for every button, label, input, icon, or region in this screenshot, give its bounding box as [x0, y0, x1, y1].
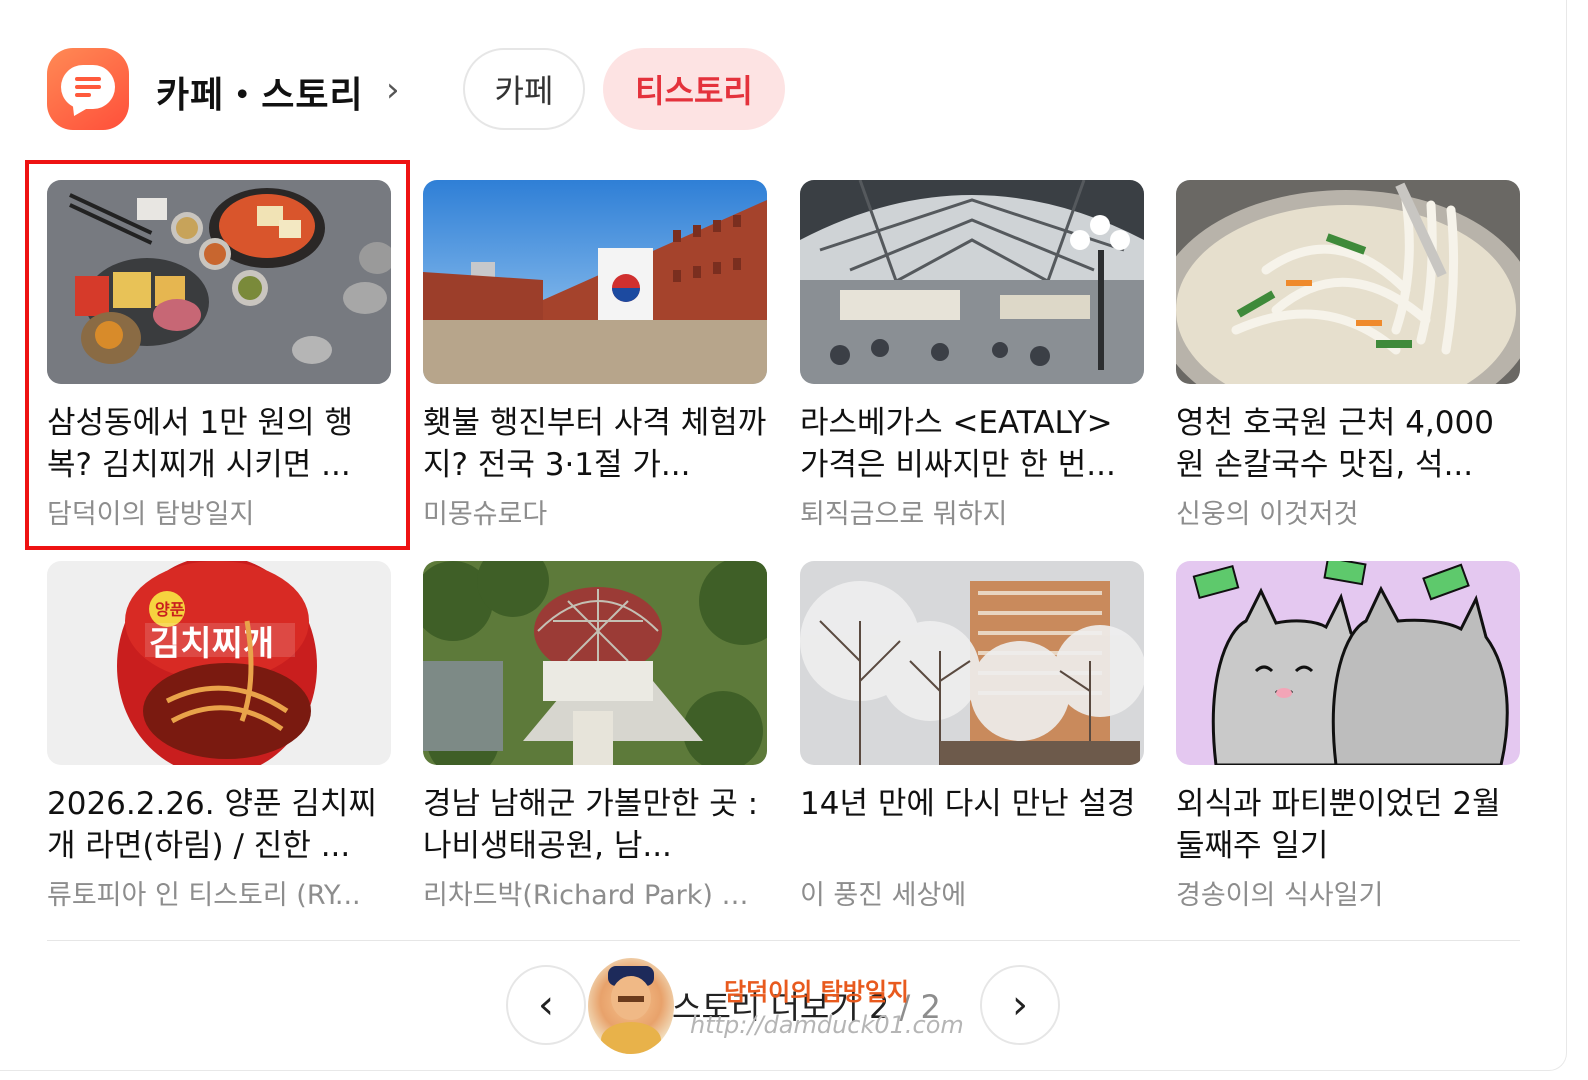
tab-cafe[interactable]: 카페 [463, 48, 585, 130]
card-source[interactable]: 퇴직금으로 뭐하지 [800, 492, 1144, 531]
highlight-box [25, 160, 410, 550]
divider [47, 940, 1520, 941]
card-source[interactable]: 신웅의 이것저것 [1176, 492, 1520, 531]
chat-bubble-icon [61, 65, 115, 109]
watermark-avatar [588, 958, 674, 1054]
next-page-button[interactable]: › [980, 965, 1060, 1045]
tab-tistory[interactable]: 티스토리 [603, 48, 785, 130]
card-source[interactable]: 리차드박(Richard Park) 블... [423, 873, 767, 912]
story-card-6[interactable]: 경남 남해군 가볼만한 곳 : 나비생태공원, 남... 리차드박(Richar… [423, 561, 767, 912]
card-source[interactable]: 미몽슈로다 [423, 492, 767, 531]
svg-text:양푼: 양푼 [155, 600, 185, 619]
watermark-url: http://damduck01.com [690, 1011, 964, 1039]
chevron-left-icon: ‹ [538, 982, 554, 1028]
chevron-right-icon[interactable]: › [386, 70, 400, 110]
card-source[interactable]: 이 풍진 세상에 [800, 873, 1144, 912]
cat-cartoon-thumbnail[interactable] [1176, 561, 1520, 765]
card-title[interactable]: 라스베가스 <EATALY> 가격은 비싸지만 한 번... [800, 402, 1144, 486]
red-brick-prison-thumbnail[interactable] [423, 180, 767, 384]
story-card-3[interactable]: 라스베가스 <EATALY> 가격은 비싸지만 한 번... 퇴직금으로 뭐하지 [800, 180, 1144, 531]
ramen-cup-label: 김치찌개 [149, 624, 274, 664]
story-card-7[interactable]: 14년 만에 다시 만난 설경 이 풍진 세상에 [800, 561, 1144, 912]
card-title[interactable]: 2026.2.26. 양푼 김치찌개 라면(하림) / 진한 ... [47, 783, 391, 867]
card-title[interactable]: 14년 만에 다시 만난 설경 [800, 783, 1144, 867]
story-card-2[interactable]: 횃불 행진부터 사격 체험까지? 전국 3·1절 가... 미몽슈로다 [423, 180, 767, 531]
story-card-5[interactable]: 양푼 김치찌개 2026.2.26. 양푼 김치찌개 라면(하림) / 진한 .… [47, 561, 391, 912]
card-source[interactable]: 경송이의 식사일기 [1176, 873, 1520, 912]
section-title[interactable]: 카페・스토리 [156, 66, 364, 118]
eataly-market-thumbnail[interactable] [800, 180, 1144, 384]
story-card-4[interactable]: 영천 호국원 근처 4,000원 손칼국수 맛집, 석... 신웅의 이것저것 [1176, 180, 1520, 531]
card-title[interactable]: 경남 남해군 가볼만한 곳 : 나비생태공원, 남... [423, 783, 767, 867]
kalguksu-thumbnail[interactable] [1176, 180, 1520, 384]
card-title[interactable]: 영천 호국원 근처 4,000원 손칼국수 맛집, 석... [1176, 402, 1520, 486]
card-title[interactable]: 횃불 행진부터 사격 체험까지? 전국 3·1절 가... [423, 402, 767, 486]
butterfly-park-thumbnail[interactable] [423, 561, 767, 765]
app-icon[interactable] [47, 48, 129, 130]
prev-page-button[interactable]: ‹ [506, 965, 586, 1045]
kimchi-ramen-thumbnail[interactable]: 양푼 김치찌개 [47, 561, 391, 765]
chevron-right-icon: › [1012, 982, 1028, 1028]
story-card-8[interactable]: 외식과 파티뿐이었던 2월 둘째주 일기 경송이의 식사일기 [1176, 561, 1520, 912]
card-title[interactable]: 외식과 파티뿐이었던 2월 둘째주 일기 [1176, 783, 1520, 867]
card-source[interactable]: 류토피아 인 티스토리 (RY... [47, 873, 391, 912]
snowy-trees-thumbnail[interactable] [800, 561, 1144, 765]
watermark-title: 담덕이의 탐방일지 [724, 978, 909, 1006]
